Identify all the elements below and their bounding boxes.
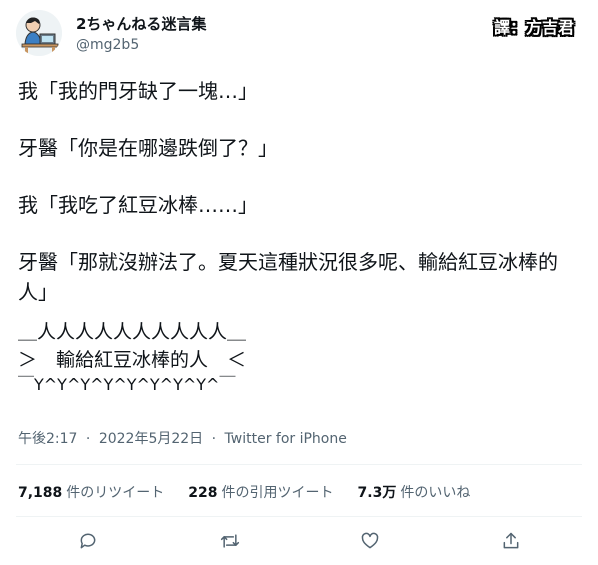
retweet-button[interactable] <box>217 528 243 554</box>
avatar[interactable] <box>16 10 62 56</box>
ascii-art-banner: ＿人人人人人人人人人人＿ ＞ 輸給紅豆冰棒的人 ＜ ￣Y^Y^Y^Y^Y^Y^Y… <box>18 318 246 396</box>
quotes-stat[interactable]: 228 件の引用ツイート <box>188 484 333 502</box>
retweets-stat[interactable]: 7,188 件のリツイート <box>18 484 164 502</box>
likes-count: 7.3万 <box>357 485 397 501</box>
like-icon <box>361 532 379 549</box>
quotes-label: 件の引用ツイート <box>221 485 334 501</box>
ascii-art-top: ＿人人人人人人人人人人＿ <box>18 321 247 343</box>
retweets-count: 7,188 <box>18 485 63 501</box>
tweet-paragraph: 我「我的門牙缺了一塊…」 <box>18 79 258 103</box>
translator-badge-label: 譯：方吉君 <box>494 18 575 37</box>
display-name[interactable]: 2ちゃんねる迷言集 <box>76 14 206 34</box>
divider <box>16 464 582 465</box>
ascii-art-bottom: ￣Y^Y^Y^Y^Y^Y^Y^Y^￣ <box>18 375 236 394</box>
tweet-paragraph: 牙醫「那就沒辦法了。夏天這種狀況很多呢、輸給紅豆冰棒的人」 <box>18 250 558 304</box>
person-at-desk-icon <box>16 10 62 56</box>
tweet-source[interactable]: Twitter for iPhone <box>225 431 347 447</box>
share-button[interactable] <box>498 528 524 554</box>
tweet-card: 2ちゃんねる迷言集 @mg2b5 譯：方吉君 我「我的門牙缺了一塊…」 牙醫「你… <box>0 0 598 565</box>
user-handle[interactable]: @mg2b5 <box>76 36 139 54</box>
likes-label: 件のいいね <box>400 485 471 501</box>
retweet-icon <box>220 534 240 548</box>
tweet-date[interactable]: 2022年5月22日 <box>99 431 203 447</box>
translator-badge: 譯：方吉君 <box>494 14 574 38</box>
tweet-paragraph: 我「我吃了紅豆冰棒……」 <box>18 193 258 217</box>
divider <box>16 516 582 517</box>
reply-icon <box>80 533 96 549</box>
tweet-stats: 7,188 件のリツイート 228 件の引用ツイート 7.3万 件のいいね <box>18 484 470 502</box>
retweets-label: 件のリツイート <box>66 485 165 501</box>
meta-separator: · <box>211 431 217 447</box>
quotes-count: 228 <box>188 485 218 501</box>
ascii-art-middle: ＞ 輸給紅豆冰棒的人 ＜ <box>18 349 247 371</box>
likes-stat[interactable]: 7.3万 件のいいね <box>358 484 471 502</box>
share-icon <box>503 532 519 549</box>
tweet-meta: 午後2:17 · 2022年5月22日 · Twitter for iPhone <box>18 430 347 448</box>
tweet-time[interactable]: 午後2:17 <box>18 431 77 447</box>
meta-separator: · <box>85 431 91 447</box>
tweet-paragraph: 牙醫「你是在哪邊跌倒了？」 <box>18 136 278 160</box>
reply-button[interactable] <box>75 528 101 554</box>
like-button[interactable] <box>357 528 383 554</box>
tweet-actions <box>0 528 598 554</box>
tweet-text: 我「我的門牙缺了一塊…」 牙醫「你是在哪邊跌倒了？」 我「我吃了紅豆冰棒……」 … <box>18 76 580 334</box>
